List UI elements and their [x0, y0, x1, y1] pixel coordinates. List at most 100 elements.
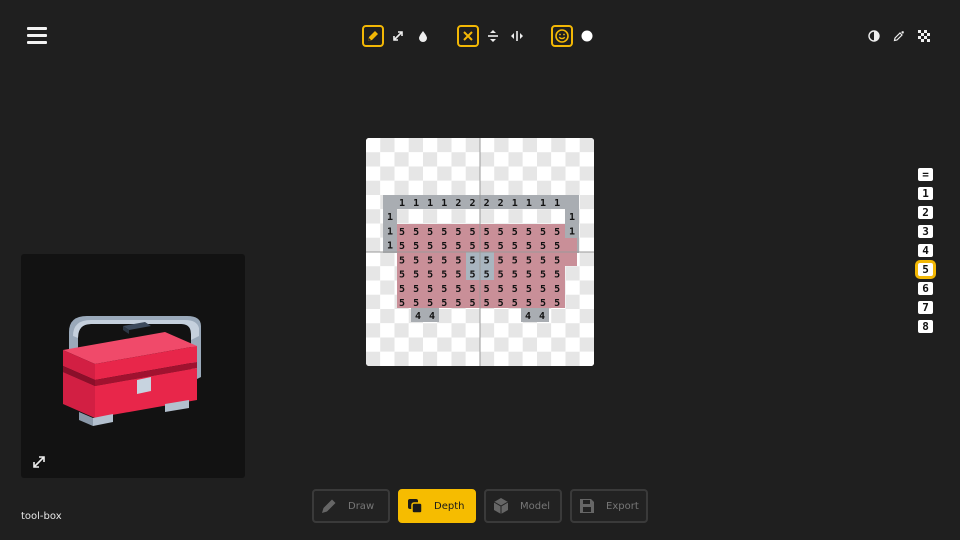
white-circle-icon	[581, 30, 593, 42]
line-diagonal-icon	[393, 31, 403, 41]
body-digit: 5	[413, 298, 419, 309]
depth-mode-button[interactable]: Depth	[398, 489, 476, 523]
contrast-button[interactable]	[863, 25, 885, 47]
depth-level-7[interactable]: 7	[916, 299, 935, 316]
handle-digit: 1	[427, 198, 433, 209]
transparency-button[interactable]	[913, 25, 935, 47]
body-digit: 5	[441, 241, 447, 252]
body-digit: 5	[413, 255, 419, 266]
color-swatch-button[interactable]	[576, 25, 598, 47]
expand-preview-button[interactable]	[31, 454, 47, 470]
handle-digit: 1	[441, 198, 447, 209]
body-digit: 5	[512, 284, 518, 295]
handle-side-digit: 1	[569, 212, 575, 223]
depth-level-2[interactable]: 2	[916, 204, 935, 221]
body-digit: 5	[526, 270, 532, 281]
body-digit: 5	[484, 241, 490, 252]
body-digit: 5	[399, 284, 405, 295]
handle-digit: 1	[526, 198, 532, 209]
depth-level-8[interactable]: 8	[916, 318, 935, 335]
handle-digit: 2	[484, 198, 490, 209]
body-digit: 5	[455, 270, 461, 281]
export-mode-label: Export	[606, 500, 639, 512]
depth-level-3[interactable]: 3	[916, 223, 935, 240]
model-mode-label: Model	[520, 500, 551, 512]
body-digit: 5	[441, 255, 447, 266]
body-digit: 5	[554, 298, 560, 309]
draw-mode-label: Draw	[348, 500, 375, 512]
body-digit: 5	[399, 255, 405, 266]
handle-side-digit: 1	[387, 212, 393, 223]
model-mode-button[interactable]: Model	[484, 489, 562, 523]
line-tool-button[interactable]	[387, 25, 409, 47]
body-digit: 5	[441, 298, 447, 309]
body-digit: 5	[554, 270, 560, 281]
body-digit: 5	[554, 284, 560, 295]
foot-digit: 4	[415, 311, 421, 322]
body-digit: 5	[554, 241, 560, 252]
body-digit: 5	[469, 255, 475, 266]
layers-icon	[408, 499, 423, 514]
foot-digit: 4	[429, 311, 435, 322]
body-digit: 5	[498, 298, 504, 309]
body-digit: 5	[498, 255, 504, 266]
depth-level-equal[interactable]: =	[916, 166, 935, 183]
body-digit: 5	[399, 270, 405, 281]
body-digit: 5	[455, 284, 461, 295]
model-preview[interactable]	[21, 254, 245, 478]
body-digit: 5	[526, 241, 532, 252]
handle-digit: 2	[455, 198, 461, 209]
body-digit: 5	[526, 298, 532, 309]
clear-x-icon	[463, 31, 473, 41]
handle-digit: 1	[554, 198, 560, 209]
clear-tool-button[interactable]	[457, 25, 479, 47]
eyedropper-button[interactable]	[888, 25, 910, 47]
body-digit: 5	[469, 227, 475, 238]
body-digit: 5	[455, 298, 461, 309]
body-digit: 5	[469, 298, 475, 309]
draw-mode-button[interactable]: Draw	[312, 489, 390, 523]
mirror-horizontal-button[interactable]	[506, 25, 528, 47]
body-digit: 5	[512, 241, 518, 252]
body-digit: 5	[427, 270, 433, 281]
file-name: tool-box	[21, 511, 62, 522]
depth-level-5[interactable]: 5	[916, 261, 935, 278]
emoji-tool-button[interactable]	[551, 25, 573, 47]
mirror-vertical-button[interactable]	[482, 25, 504, 47]
body-digit: 5	[540, 255, 546, 266]
body-digit: 5	[526, 255, 532, 266]
hamburger-menu-icon[interactable]	[27, 27, 47, 45]
body-digit: 5	[484, 227, 490, 238]
body-digit: 5	[540, 270, 546, 281]
depth-level-4[interactable]: 4	[916, 242, 935, 259]
body-digit: 5	[498, 284, 504, 295]
handle-side-digit: 1	[387, 241, 393, 252]
export-mode-button[interactable]: Export	[570, 489, 648, 523]
body-digit: 5	[498, 270, 504, 281]
body-digit: 5	[554, 255, 560, 266]
pixel-grid[interactable]: 1111222211111111115555555555555555555555…	[366, 138, 594, 366]
handle-digit: 1	[540, 198, 546, 209]
pixel-canvas[interactable]: 1111222211111111115555555555555555555555…	[366, 138, 594, 366]
body-digit: 5	[484, 284, 490, 295]
depth-level-1[interactable]: 1	[916, 185, 935, 202]
handle-side-digit: 1	[569, 226, 575, 237]
smiley-icon	[555, 29, 569, 43]
body-digit: 5	[441, 227, 447, 238]
body-digit: 5	[413, 227, 419, 238]
handle-digit: 2	[469, 198, 475, 209]
body-digit: 5	[413, 241, 419, 252]
handle-side-digit: 1	[387, 226, 393, 237]
contrast-icon	[868, 30, 880, 42]
body-digit: 5	[540, 227, 546, 238]
body-digit: 5	[512, 270, 518, 281]
body-digit: 5	[498, 241, 504, 252]
body-digit: 5	[441, 284, 447, 295]
fill-tool-button[interactable]	[412, 25, 434, 47]
depth-selector: = 1 2 3 4 5 6 7 8	[916, 166, 935, 337]
depth-level-6[interactable]: 6	[916, 280, 935, 297]
body-digit: 5	[512, 227, 518, 238]
expand-icon	[33, 456, 45, 468]
body-digit: 5	[469, 270, 475, 281]
pencil-tool-button[interactable]	[362, 25, 384, 47]
